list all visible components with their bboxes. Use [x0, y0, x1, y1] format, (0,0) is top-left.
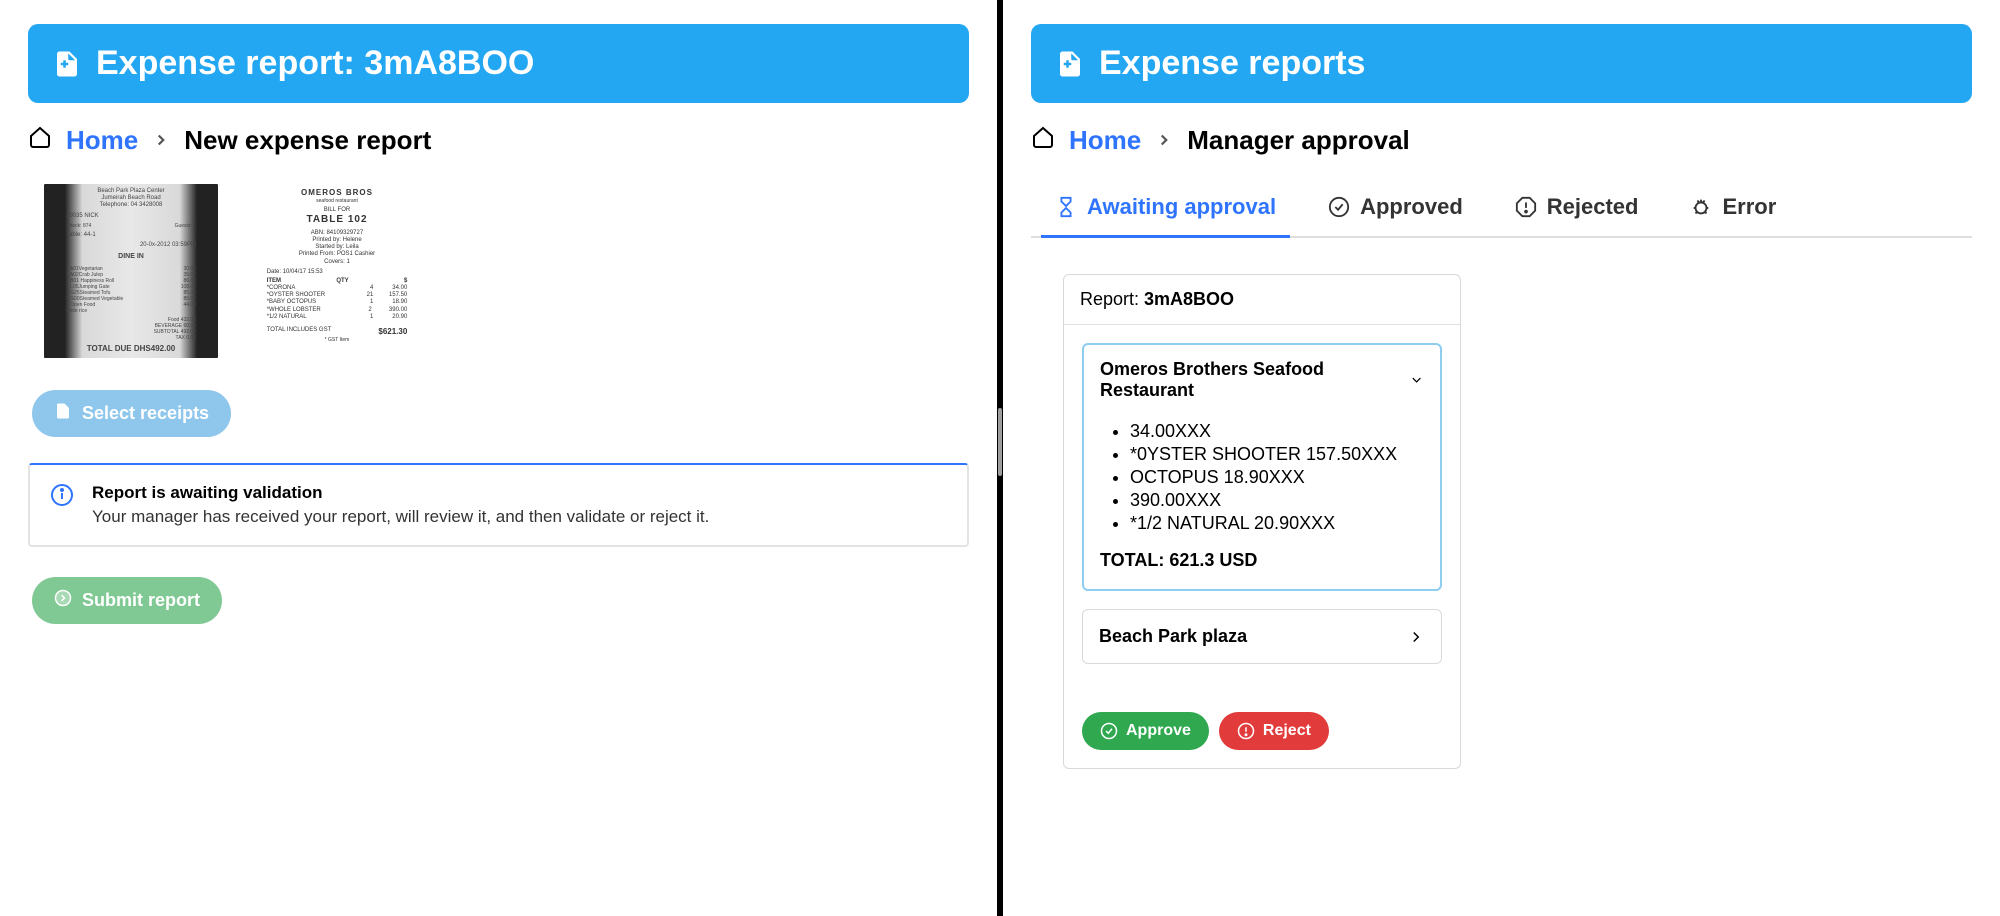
banner-right: Expense reports: [1031, 24, 1972, 103]
divider-handle[interactable]: [998, 408, 1002, 476]
banner-title: Expense reports: [1099, 44, 1365, 83]
reject-button[interactable]: Reject: [1219, 712, 1329, 750]
report-card-header: Report: 3mA8BOO: [1064, 275, 1460, 325]
tabs: Awaiting approval Approved Rejected Erro…: [1031, 182, 1972, 238]
breadcrumb-current: Manager approval: [1187, 125, 1410, 156]
employee-pane: Expense report: 3mA8BOO Home New expense…: [0, 0, 997, 916]
merchant-toggle[interactable]: Omeros Brothers Seafood Restaurant: [1100, 359, 1424, 401]
info-title: Report is awaiting validation: [92, 483, 709, 503]
line-item: OCTOPUS 18.90XXX: [1130, 467, 1424, 488]
bug-icon: [1690, 196, 1712, 218]
line-item: 390.00XXX: [1130, 490, 1424, 511]
line-items-list: 34.00XXX*0YSTER SHOOTER 157.50XXXOCTOPUS…: [1130, 421, 1424, 534]
receipt-thumbnail[interactable]: OMEROS BROS seafood restaurant BILL FOR …: [248, 182, 426, 360]
approve-button[interactable]: Approve: [1082, 712, 1209, 750]
breadcrumb-home-link[interactable]: Home: [66, 125, 138, 156]
info-box: Report is awaiting validation Your manag…: [28, 463, 969, 547]
receipt-thumbnails: Beach Park Plaza Center Jumeirah Beach R…: [42, 182, 969, 360]
tab-awaiting[interactable]: Awaiting approval: [1053, 182, 1278, 236]
manager-pane: Expense reports Home Manager approval Aw…: [1003, 0, 2000, 916]
merchant-expanded: Omeros Brothers Seafood Restaurant 34.00…: [1082, 343, 1442, 591]
merchant-total: TOTAL: 621.3 USD: [1100, 550, 1424, 571]
breadcrumb: Home New expense report: [28, 125, 969, 156]
chevron-right-icon: [1155, 125, 1173, 156]
submit-report-button[interactable]: Submit report: [32, 577, 222, 624]
line-item: *1/2 NATURAL 20.90XXX: [1130, 513, 1424, 534]
home-icon: [28, 125, 52, 156]
tab-approved[interactable]: Approved: [1326, 182, 1465, 236]
receipt-thumbnail[interactable]: Beach Park Plaza Center Jumeirah Beach R…: [42, 182, 220, 360]
info-icon: [50, 483, 74, 512]
chevron-down-icon: [1409, 372, 1424, 388]
hourglass-icon: [1055, 196, 1077, 218]
info-body: Your manager has received your report, w…: [92, 507, 709, 527]
line-item: *0YSTER SHOOTER 157.50XXX: [1130, 444, 1424, 465]
tab-rejected[interactable]: Rejected: [1513, 182, 1641, 236]
arrow-right-circle-icon: [54, 589, 72, 612]
line-item: 34.00XXX: [1130, 421, 1424, 442]
file-plus-icon: [1055, 49, 1085, 79]
banner-title: Expense report: 3mA8BOO: [96, 44, 534, 83]
chevron-right-icon: [152, 125, 170, 156]
file-plus-icon: [52, 49, 82, 79]
alert-octagon-icon: [1515, 196, 1537, 218]
chevron-right-icon: [1407, 628, 1425, 646]
receipt-a-items: 1 A01Vegetarian30.001 A02Crab Julep35.00…: [66, 266, 196, 314]
breadcrumb: Home Manager approval: [1031, 125, 1972, 156]
select-receipts-button[interactable]: Select receipts: [32, 390, 231, 437]
check-badge-icon: [1328, 196, 1350, 218]
breadcrumb-home-link[interactable]: Home: [1069, 125, 1141, 156]
file-icon: [54, 402, 72, 425]
tab-error[interactable]: Error: [1688, 182, 1778, 236]
banner-left: Expense report: 3mA8BOO: [28, 24, 969, 103]
alert-circle-icon: [1237, 722, 1255, 740]
receipt-b-items: *CORONA434.00*OYSTER SHOOTER21157.50*BAB…: [267, 285, 408, 321]
breadcrumb-current: New expense report: [184, 125, 431, 156]
home-icon: [1031, 125, 1055, 156]
merchant-collapsed[interactable]: Beach Park plaza: [1082, 609, 1442, 664]
check-circle-icon: [1100, 722, 1118, 740]
report-card: Report: 3mA8BOO Omeros Brothers Seafood …: [1063, 274, 1461, 769]
